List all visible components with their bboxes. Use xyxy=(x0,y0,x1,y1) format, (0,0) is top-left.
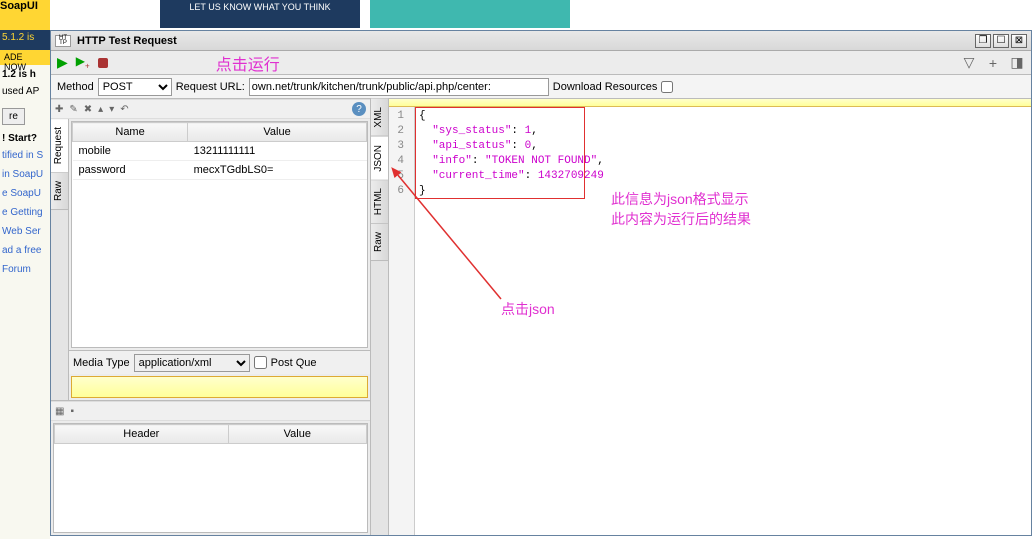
add-param-icon[interactable]: ✚ xyxy=(55,104,63,115)
titlebar: HTTP HTTP Test Request ❐ ☐ ⊠ xyxy=(51,31,1031,51)
undo-icon[interactable]: ↶ xyxy=(120,104,128,115)
window-title: HTTP Test Request xyxy=(77,35,975,47)
col-header[interactable]: Header xyxy=(55,425,229,444)
method-label: Method xyxy=(57,81,94,93)
post-query-checkbox[interactable] xyxy=(254,356,267,369)
run-plus-button[interactable]: ▶+ xyxy=(76,54,90,70)
download-checkbox[interactable] xyxy=(661,81,673,93)
logo-banner: SoapUI xyxy=(0,0,50,30)
tab-xml[interactable]: XML xyxy=(371,99,388,137)
maximize-icon[interactable]: ☐ xyxy=(993,34,1009,48)
sidebar-link[interactable]: Forum xyxy=(2,264,48,275)
param-table: Name Value mobile13211111111 passwordmec… xyxy=(71,121,368,348)
top-banner-2 xyxy=(370,0,570,28)
settings-icon[interactable]: ◨ xyxy=(1009,55,1025,71)
post-query-label: Post Que xyxy=(271,357,317,369)
url-input[interactable] xyxy=(249,78,549,96)
sidebar-link[interactable]: Web Ser xyxy=(2,226,48,237)
remove-header-icon[interactable]: ▪ xyxy=(70,406,74,417)
json-code: { "sys_status": 1, "api_status": 0, "inf… xyxy=(415,107,1031,201)
up-icon[interactable]: ▴ xyxy=(98,104,103,115)
media-select[interactable]: application/xml xyxy=(134,354,250,372)
toolbar: ▶ ▶+ 点击运行 ▽ + ◨ xyxy=(51,51,1031,75)
sidebar-button[interactable]: re xyxy=(2,108,25,125)
run-button[interactable]: ▶ xyxy=(57,54,68,71)
tab-json[interactable]: JSON xyxy=(371,137,388,181)
request-panel: ✚ ✎ ✖ ▴ ▾ ↶ ? Request Raw Name xyxy=(51,99,371,535)
line-gutter: 1 2 3 4 5 6 xyxy=(389,107,415,535)
restore-icon[interactable]: ❐ xyxy=(975,34,991,48)
main-window: HTTP HTTP Test Request ❐ ☐ ⊠ ▶ ▶+ 点击运行 ▽… xyxy=(50,30,1032,536)
body-area[interactable] xyxy=(71,376,368,398)
add-header-icon[interactable]: ▦ xyxy=(55,406,64,417)
close-icon[interactable]: ⊠ xyxy=(1011,34,1027,48)
news-title: 1.2 is h xyxy=(2,69,48,80)
filter-icon[interactable]: ▽ xyxy=(961,55,977,71)
json-viewer[interactable]: 1 2 3 4 5 6 { "sys_status": 1, "api_stat… xyxy=(389,99,1031,535)
url-bar: Method POST Request URL: Download Resour… xyxy=(51,75,1031,99)
response-panel: XML JSON HTML Raw 1 2 3 4 5 6 xyxy=(371,99,1031,535)
header-table: Header Value xyxy=(53,423,368,533)
col-name[interactable]: Name xyxy=(73,123,188,142)
media-label: Media Type xyxy=(73,357,130,369)
http-icon: HTTP xyxy=(55,35,71,47)
sidebar-link[interactable]: tified in S xyxy=(2,150,48,161)
sidebar-link[interactable]: ad a free xyxy=(2,245,48,256)
tab-raw-response[interactable]: Raw xyxy=(371,224,388,261)
edit-icon[interactable]: ✎ xyxy=(69,104,77,115)
sidebar-link[interactable]: in SoapU xyxy=(2,169,48,180)
download-label: Download Resources xyxy=(553,81,658,93)
down-icon[interactable]: ▾ xyxy=(109,104,114,115)
help-icon[interactable]: ? xyxy=(352,102,366,116)
col-value[interactable]: Value xyxy=(188,123,367,142)
table-row[interactable]: mobile13211111111 xyxy=(73,142,367,161)
news-text: used AP xyxy=(2,86,39,97)
ade-banner: ADE NOW xyxy=(0,50,50,65)
col-header-value[interactable]: Value xyxy=(228,425,366,444)
tab-html[interactable]: HTML xyxy=(371,180,388,224)
url-label: Request URL: xyxy=(176,81,245,93)
annotation-run: 点击运行 xyxy=(216,51,280,75)
stop-button[interactable] xyxy=(98,58,108,68)
tab-request[interactable]: Request xyxy=(51,119,68,173)
sidebar-link[interactable]: e SoapU xyxy=(2,188,48,199)
add-icon[interactable]: + xyxy=(985,55,1001,71)
table-row[interactable]: passwordmecxTGdbLS0= xyxy=(73,161,367,180)
top-banner: LET US KNOW WHAT YOU THINK xyxy=(160,0,360,28)
method-select[interactable]: POST xyxy=(98,78,172,96)
tab-raw[interactable]: Raw xyxy=(51,173,68,210)
remove-icon[interactable]: ✖ xyxy=(84,104,92,115)
sidebar-link[interactable]: e Getting xyxy=(2,207,48,218)
version-banner: 5.1.2 is xyxy=(0,30,50,50)
start-heading: ! Start? xyxy=(2,133,48,144)
